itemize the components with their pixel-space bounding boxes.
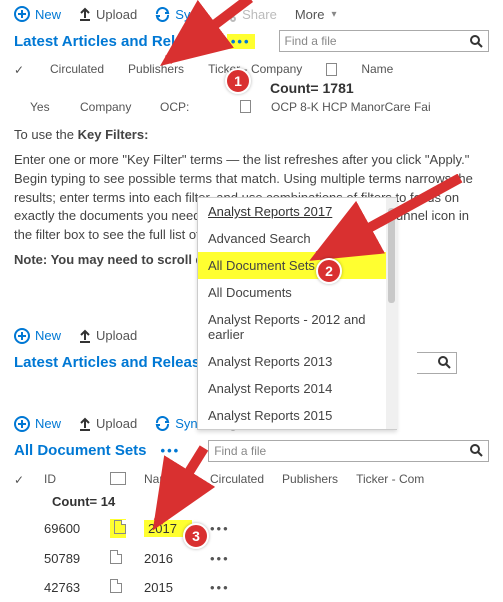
- col-ticker-2[interactable]: Ticker - Com: [356, 472, 424, 486]
- table-row[interactable]: 50789 2016 •••: [14, 544, 489, 573]
- row-menu[interactable]: •••: [210, 551, 230, 566]
- docset-icon: [110, 579, 122, 593]
- view-menu-ellipsis-2[interactable]: •••: [157, 443, 185, 458]
- table-2: ✓ ID Name Circulated Publishers Ticker -…: [0, 468, 503, 602]
- upload-button-mid[interactable]: Upload: [79, 328, 137, 343]
- share-button[interactable]: Share: [222, 7, 277, 22]
- cell-name-2016[interactable]: 2016: [144, 551, 192, 566]
- new-button-2[interactable]: New: [14, 416, 61, 432]
- table-row[interactable]: 42763 2015 •••: [14, 573, 489, 602]
- search-icon: [438, 356, 451, 369]
- sync-button[interactable]: Sync: [155, 7, 204, 22]
- view-menu-ellipsis-1[interactable]: •••: [227, 34, 255, 49]
- sync-icon: [155, 7, 170, 22]
- new-button-mid[interactable]: New: [14, 328, 61, 344]
- find-placeholder: Find a file: [285, 34, 470, 48]
- upload-button[interactable]: Upload: [79, 7, 137, 22]
- menu-item-all-documents[interactable]: All Documents: [198, 279, 396, 306]
- menu-scrollbar[interactable]: [386, 198, 397, 429]
- callout-3: 3: [183, 523, 209, 549]
- search-icon: [470, 444, 483, 457]
- view-title-1[interactable]: Latest Articles and Releases: [14, 33, 217, 50]
- col-name-2[interactable]: Name: [144, 472, 192, 486]
- table-row[interactable]: 69600 2017 •••: [14, 513, 489, 544]
- cell-name: OCP 8-K HCP ManorCare Fai: [271, 100, 431, 114]
- sync-icon: [155, 416, 170, 431]
- more-label: More: [295, 7, 325, 22]
- sync-label: Sync: [175, 7, 204, 22]
- upload-icon: [79, 417, 91, 431]
- g1b: Key Filters:: [78, 127, 149, 142]
- col-publishers-2[interactable]: Publishers: [282, 472, 338, 486]
- count-1: Count= 1781: [0, 78, 503, 98]
- view-dropdown-menu: Analyst Reports 2017 Advanced Search All…: [197, 197, 397, 430]
- col-circulated-2[interactable]: Circulated: [210, 472, 264, 486]
- menu-item-analyst-2012[interactable]: Analyst Reports - 2012 and earlier: [198, 306, 396, 348]
- row-menu[interactable]: •••: [210, 580, 230, 595]
- plus-icon: [14, 416, 30, 432]
- toolbar-1: New Upload Sync Share More ▾: [0, 0, 503, 28]
- new-label: New: [35, 7, 61, 22]
- callout-1: 1: [225, 68, 251, 94]
- col-id[interactable]: ID: [44, 472, 92, 486]
- cell-id: 50789: [44, 551, 92, 566]
- columns-1: ✓ Circulated Publishers Ticker - Company…: [0, 58, 503, 78]
- cell-id: 69600: [44, 521, 92, 536]
- row-menu[interactable]: •••: [210, 521, 230, 536]
- cell-circulated: Yes: [30, 100, 60, 114]
- doctype-col-icon: [326, 63, 337, 76]
- count-2: Count= 14: [14, 490, 489, 513]
- doc-icon: [240, 100, 251, 113]
- plus-icon: [14, 328, 30, 344]
- share-icon: [222, 7, 237, 22]
- cell-name-2015[interactable]: 2015: [144, 580, 192, 595]
- data-row-1[interactable]: Yes Company OCP: OCP 8-K HCP ManorCare F…: [0, 98, 503, 116]
- cell-ticker: OCP:: [160, 100, 220, 114]
- new-button[interactable]: New: [14, 6, 61, 22]
- menu-item-analyst-2013[interactable]: Analyst Reports 2013: [198, 348, 396, 375]
- callout-2: 2: [316, 258, 342, 284]
- find-file-input-2[interactable]: Find a file: [208, 440, 489, 462]
- view-title-2[interactable]: All Document Sets: [14, 442, 147, 459]
- doctype-col-icon-2: [110, 472, 126, 485]
- select-all-check-2[interactable]: ✓: [14, 473, 26, 485]
- cell-id: 42763: [44, 580, 92, 595]
- col-publishers[interactable]: Publishers: [128, 62, 184, 76]
- docset-icon: [110, 550, 122, 564]
- upload-icon: [79, 329, 91, 343]
- select-all-check[interactable]: ✓: [14, 63, 26, 75]
- col-circulated[interactable]: Circulated: [50, 62, 104, 76]
- cell-publisher: Company: [80, 100, 140, 114]
- menu-item-all-document-sets[interactable]: All Document Sets: [198, 252, 396, 279]
- search-icon: [470, 35, 483, 48]
- upload-label: Upload: [96, 7, 137, 22]
- view-row-2: All Document Sets ••• Find a file: [0, 438, 503, 468]
- col-ticker[interactable]: Ticker - Company: [208, 62, 302, 76]
- find-file-input-1[interactable]: Find a file: [279, 30, 489, 52]
- menu-item-advanced-search[interactable]: Advanced Search: [198, 225, 396, 252]
- more-button[interactable]: More ▾: [295, 7, 337, 22]
- chevron-down-icon: ▾: [331, 9, 336, 20]
- docset-icon: [114, 520, 126, 534]
- view-title-mid[interactable]: Latest Articles and Releases: [14, 354, 217, 371]
- share-label: Share: [242, 7, 277, 22]
- upload-icon: [79, 7, 91, 21]
- menu-item-analyst-2017[interactable]: Analyst Reports 2017: [198, 198, 396, 225]
- find-box-mid[interactable]: [417, 352, 457, 374]
- menu-item-analyst-2015[interactable]: Analyst Reports 2015: [198, 402, 396, 429]
- view-row-1: Latest Articles and Releases ••• Find a …: [0, 28, 503, 58]
- columns-2: ✓ ID Name Circulated Publishers Ticker -…: [14, 468, 489, 490]
- upload-button-2[interactable]: Upload: [79, 416, 137, 431]
- menu-item-analyst-2014[interactable]: Analyst Reports 2014: [198, 375, 396, 402]
- plus-icon: [14, 6, 30, 22]
- col-name[interactable]: Name: [361, 62, 393, 76]
- g1a: To use the: [14, 127, 78, 142]
